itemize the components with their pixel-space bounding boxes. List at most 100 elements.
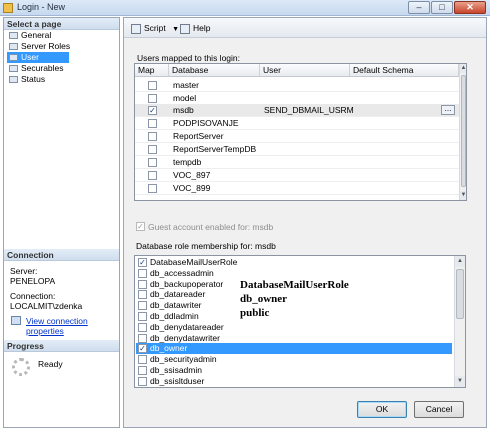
table-row[interactable]: PODPISOVANJE (135, 117, 459, 130)
list-item[interactable]: db_denydatareader (136, 322, 452, 333)
grid-header: Map Database User Default Schema (135, 64, 459, 77)
column-header-database[interactable]: Database (169, 64, 260, 76)
list-item[interactable]: db_ssisltduser (136, 376, 452, 387)
database-cell: ReportServerTempDB (173, 144, 257, 154)
role-name: db_datawriter (150, 300, 202, 311)
table-row[interactable]: ✓ msdb SEND_DBMAIL_USRM ... (135, 104, 459, 117)
help-button[interactable]: Help (180, 21, 210, 35)
list-item[interactable]: ✓ DatabaseMailUserRole (136, 257, 452, 268)
page-icon (9, 43, 18, 50)
role-checkbox[interactable] (138, 312, 147, 321)
connection-header: Connection (4, 249, 119, 261)
role-checkbox[interactable] (138, 301, 147, 311)
role-checkbox[interactable] (138, 333, 147, 343)
script-button[interactable]: Script ▼ (131, 21, 179, 35)
scroll-thumb[interactable] (456, 269, 464, 319)
scroll-up-icon[interactable]: ▲ (460, 64, 466, 73)
list-item[interactable]: db_datareader (136, 289, 452, 300)
mapping-scrollbar[interactable]: ▲ ▼ (459, 64, 466, 200)
role-name: db_accessadmin (150, 267, 214, 278)
table-row[interactable]: tempdb (135, 156, 459, 169)
map-checkbox[interactable] (148, 145, 157, 154)
roles-scrollbar[interactable]: ▲ ▼ (454, 256, 465, 387)
cancel-button[interactable]: Cancel (414, 401, 464, 418)
database-cell: master (173, 80, 199, 90)
role-checkbox[interactable]: ✓ (138, 344, 147, 354)
map-checkbox[interactable] (148, 132, 157, 141)
maximize-button[interactable]: □ (431, 1, 453, 14)
database-cell: VOC_899 (173, 183, 211, 193)
left-pane: Select a page General Server Roles User … (3, 17, 120, 428)
ok-button[interactable]: OK (357, 401, 407, 418)
connection-label: Connection: (10, 291, 56, 301)
column-header-default-schema[interactable]: Default Schema (350, 64, 459, 76)
user-mapping-grid[interactable]: Map Database User Default Schema master … (134, 63, 467, 201)
role-checkbox[interactable] (138, 366, 147, 375)
table-row[interactable]: ReportServer (135, 130, 459, 143)
schema-browse-button[interactable]: ... (441, 105, 455, 115)
map-checkbox[interactable] (148, 94, 157, 103)
minimize-button[interactable]: – (408, 1, 430, 14)
page-item-status[interactable]: Status (7, 74, 117, 85)
role-checkbox[interactable] (138, 279, 147, 289)
view-connection-properties-link[interactable]: View connection properties (26, 316, 119, 336)
role-name: DatabaseMailUserRole (150, 257, 238, 267)
table-row[interactable]: master (135, 79, 459, 92)
page-item-user-mapping[interactable]: User Mapping (7, 52, 69, 73)
list-item[interactable]: db_ssisoperator (136, 387, 452, 388)
server-value: PENELOPA (10, 276, 56, 286)
page-item-label: Status (21, 74, 46, 84)
map-checkbox[interactable] (148, 171, 157, 180)
map-checkbox[interactable] (148, 119, 157, 128)
role-membership-list[interactable]: ✓ DatabaseMailUserRole db_accessadmin db… (134, 255, 466, 388)
role-checkbox[interactable] (138, 322, 147, 332)
role-checkbox[interactable] (138, 268, 147, 278)
role-checkbox[interactable] (138, 290, 147, 300)
role-checkbox[interactable] (138, 376, 147, 386)
page-item-general[interactable]: General (7, 30, 117, 41)
list-item[interactable]: db_securityadmin (136, 354, 452, 365)
scroll-down-icon[interactable]: ▼ (455, 376, 465, 387)
page-icon (9, 32, 18, 39)
page-icon (9, 76, 18, 83)
close-button[interactable]: ✕ (454, 1, 486, 14)
connection-value: LOCALMIT\zdenka (10, 301, 83, 311)
scroll-up-icon[interactable]: ▲ (455, 256, 465, 267)
page-item-server-roles[interactable]: Server Roles (7, 41, 117, 52)
chevron-down-icon[interactable]: ▼ (172, 26, 179, 33)
database-cell: msdb (173, 105, 194, 115)
script-icon (131, 23, 141, 34)
role-checkbox[interactable]: ✓ (138, 258, 147, 267)
table-row[interactable]: ReportServerTempDB (135, 143, 459, 156)
role-name: db_owner (150, 343, 188, 354)
list-item[interactable]: db_denydatawriter (136, 333, 452, 344)
user-cell[interactable]: SEND_DBMAIL_USRM (264, 105, 354, 116)
list-item[interactable]: ✓ db_owner (136, 343, 452, 355)
column-header-map[interactable]: Map (135, 64, 169, 76)
table-row[interactable]: VOC_897 (135, 169, 459, 182)
role-checkbox[interactable] (138, 355, 147, 365)
table-row[interactable]: VOC_899 (135, 182, 459, 195)
map-checkbox[interactable] (148, 81, 157, 90)
page-icon (9, 65, 18, 72)
map-checkbox[interactable] (148, 184, 157, 193)
users-mapped-label: Users mapped to this login: (137, 53, 240, 63)
scroll-down-icon[interactable]: ▼ (460, 191, 466, 200)
list-item[interactable]: db_accessadmin (136, 268, 452, 279)
server-label: Server: (10, 266, 38, 276)
scroll-thumb[interactable] (461, 75, 466, 187)
column-header-user[interactable]: User (260, 64, 350, 76)
annotation-line: DatabaseMailUserRole (240, 279, 349, 291)
list-item[interactable]: db_ssisadmin (136, 365, 452, 376)
progress-header: Progress (4, 340, 119, 352)
role-name: db_denydatareader (150, 321, 224, 332)
list-item[interactable]: db_datawriter (136, 300, 452, 311)
page-icon (9, 54, 18, 61)
map-checkbox[interactable] (148, 158, 157, 167)
window-title: Login - New (17, 2, 66, 12)
page-item-securables[interactable]: Securables (7, 63, 117, 74)
list-item[interactable]: db_ddladmin (136, 311, 452, 322)
map-checkbox[interactable]: ✓ (148, 106, 157, 115)
page-item-label: General (21, 30, 52, 40)
role-name: db_backupoperator (150, 278, 224, 289)
